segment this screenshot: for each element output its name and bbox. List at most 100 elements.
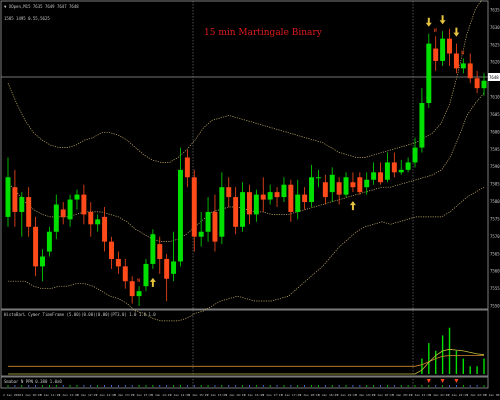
candle-body: [74, 194, 80, 200]
candle-body: [267, 192, 273, 200]
time-axis-label: 2 Jan 18:45: [318, 393, 338, 397]
signal-indicator-label: Smabar N PPN 0.380 1.0x0: [4, 379, 62, 384]
time-axis-label: 2 Jan 11:15: [40, 393, 60, 397]
price-axis-label: 7560: [490, 269, 500, 274]
candle-body: [315, 177, 321, 179]
candle-body: [233, 197, 239, 227]
time-axis-label: 2 Jan 19:15: [337, 393, 357, 397]
time-axis-label: 2 Jan 13:45: [133, 393, 153, 397]
candle-body: [253, 194, 259, 215]
histogram-bar: [469, 366, 471, 374]
candle-body: [5, 177, 11, 217]
time-axis-label: 3 Jan 00:15: [485, 393, 500, 397]
time-axis-label: 2 Jan 11:45: [59, 393, 79, 397]
time-axis-label: 2 Jan 13:15: [114, 393, 134, 397]
time-axis-label: 2 Jan 18:15: [300, 393, 320, 397]
candle-body: [108, 241, 114, 259]
histogram-indicator-label: HistoBarL Cymer TimeFrame (5.00)(0.00)(0…: [4, 312, 156, 317]
candle-body: [143, 263, 149, 287]
histogram-bar: [448, 327, 451, 374]
candle-body: [364, 179, 370, 188]
price-axis-label: 7565: [490, 251, 500, 256]
time-axis: 2 Jan 2020 2 Jan 10:452 Jan 11:152 Jan 11…: [3, 393, 500, 397]
candle-body: [136, 291, 142, 297]
histogram-bar: [476, 366, 478, 374]
trading-chart[interactable]: ▼ XOpen,M15 7635 7649 7647 7648 1585 149…: [0, 0, 500, 400]
candle-body: [467, 63, 473, 79]
candle-body: [246, 192, 252, 215]
histogram-bar: [435, 350, 437, 374]
candle-body: [171, 261, 177, 274]
candle-body: [40, 256, 45, 267]
price-axis-label: 7620: [490, 60, 500, 65]
candle-body: [198, 231, 204, 237]
candle-body: [95, 219, 101, 225]
candle-body: [150, 234, 156, 264]
candle-body: [19, 197, 25, 212]
time-axis-label: 2 Jan 22:45: [466, 393, 486, 397]
histogram-bar: [455, 350, 458, 374]
price-axis-label: 7575: [490, 216, 500, 221]
candle-body: [102, 216, 108, 242]
price-axis-label: 7580: [490, 199, 500, 204]
time-axis-label: 2 Jan 16:15: [225, 393, 245, 397]
candle-body: [184, 157, 190, 178]
candle-body: [88, 211, 94, 225]
candle-body: [60, 209, 66, 217]
candle-body: [295, 194, 301, 212]
candle-body: [219, 187, 225, 237]
price-axis-label: 7610: [490, 95, 500, 100]
candle-body: [384, 162, 390, 180]
time-axis-label: 2 Jan 22:15: [448, 393, 468, 397]
time-axis-label: 2 Jan 20:45: [392, 393, 412, 397]
time-axis-label: 2 Jan 21:45: [429, 393, 449, 397]
candle-body: [81, 194, 87, 215]
time-axis-label: 2 Jan 15:15: [188, 393, 208, 397]
price-axis-label: 7590: [490, 164, 500, 169]
chart-title: 15 min Martingale Binary: [204, 28, 323, 38]
candle-body: [274, 192, 280, 198]
candle-body: [357, 177, 363, 193]
price-axis-label: 7570: [490, 234, 500, 239]
symbol-header: ▼ XOpen,M15 7635 7649 7647 7648: [4, 4, 79, 9]
candle: [150, 229, 156, 269]
price-axis-label: 7625: [490, 42, 500, 47]
time-axis-label: 2 Jan 14:45: [170, 393, 190, 397]
candle-body: [157, 244, 163, 259]
histogram-bar: [421, 358, 423, 374]
candle: [426, 33, 432, 108]
candle-body: [343, 177, 349, 195]
candle-body: [405, 162, 411, 170]
candle-body: [122, 266, 128, 282]
candle-body: [26, 197, 32, 227]
candle-body: [33, 226, 39, 267]
histogram-bar: [441, 335, 444, 374]
time-axis-label: 2 Jan 17:45: [281, 393, 301, 397]
candle-body: [481, 80, 487, 89]
candle-body: [129, 281, 135, 297]
histogram-bar: [483, 358, 485, 374]
candle-body: [460, 63, 466, 69]
price-axis-label: 7595: [490, 147, 500, 152]
time-axis-label: 2 Jan 2020: [3, 393, 21, 397]
time-axis-label: 2 Jan 15:45: [207, 393, 227, 397]
price-axis-label: 7600: [490, 129, 500, 134]
candle-body: [46, 231, 52, 252]
candle-body: [453, 53, 459, 69]
time-axis-label: 2 Jan 14:15: [151, 393, 171, 397]
histogram-bar: [462, 358, 465, 374]
candle-body: [309, 177, 315, 203]
current-price-label: 7648: [489, 75, 499, 80]
time-axis-label: 2 Jan 21:15: [411, 393, 431, 397]
candle-body: [391, 162, 397, 173]
candle-body: [67, 199, 73, 220]
candle-body: [440, 38, 446, 61]
candle-body: [281, 184, 287, 198]
candle-body: [371, 172, 377, 180]
candle-body: [447, 38, 452, 54]
corner-readout: 1585 1495 0.55,5625: [4, 16, 50, 21]
candle-body: [336, 182, 342, 195]
candle-body: [164, 258, 170, 279]
candle-body: [412, 147, 418, 163]
candle-body: [12, 187, 18, 212]
